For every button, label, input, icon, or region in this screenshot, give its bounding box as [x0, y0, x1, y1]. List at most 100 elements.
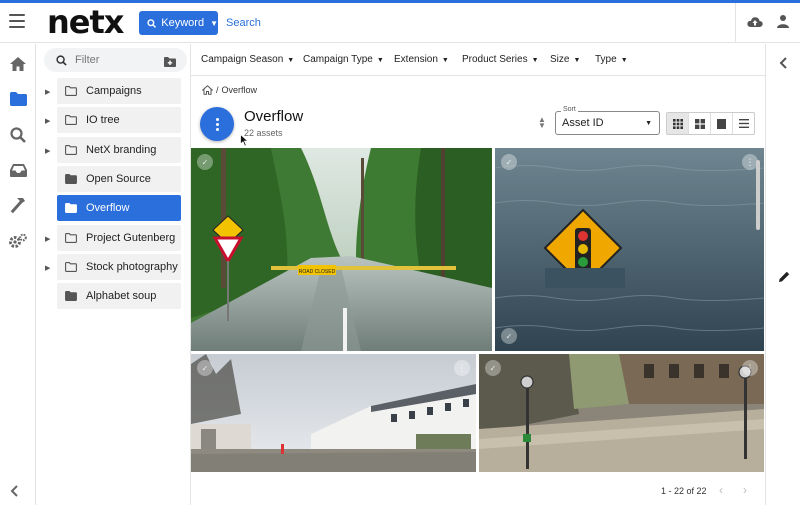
caret-down-icon: ▼ [287, 57, 295, 64]
folder-icon [65, 291, 77, 301]
filter-placeholder: Filter [75, 54, 100, 66]
filter-size[interactable]: Size ▼ [550, 54, 580, 65]
folder-item[interactable]: Campaigns [57, 78, 181, 104]
next-page-chevron-right-icon[interactable]: › [743, 483, 747, 497]
asset-thumbnail-submerged-signal[interactable]: ✓ ⋮ ✓ [495, 148, 764, 351]
folder-icon [65, 145, 77, 155]
folder-icon [65, 115, 77, 125]
prev-page-chevron-left-icon[interactable]: ‹ [719, 483, 723, 497]
search-icon [147, 18, 157, 28]
filter-label: Size [550, 54, 570, 65]
svg-text:ROAD CLOSED: ROAD CLOSED [299, 269, 336, 275]
folder-icon [65, 203, 77, 213]
single-view-button[interactable] [711, 113, 733, 134]
search-icon [56, 54, 67, 66]
folder-item[interactable]: IO tree [57, 107, 181, 133]
sort-value: Asset ID [562, 117, 604, 129]
hammer-icon[interactable] [8, 195, 28, 215]
caret-down-icon: ▼ [645, 120, 652, 127]
asset-select-checkbox[interactable]: ✓ [197, 154, 213, 170]
grid-small-view-button[interactable] [667, 113, 689, 134]
folder-expand-caret-icon[interactable]: ▶ [45, 235, 50, 243]
filter-campaign-season[interactable]: Campaign Season ▼ [201, 54, 294, 65]
folder-item[interactable]: Open Source [57, 166, 181, 192]
breadcrumb: / Overflow [202, 85, 257, 95]
folder-icon [65, 86, 77, 96]
asset-quick-action-icon[interactable]: ✓ [501, 328, 517, 344]
new-folder-icon[interactable] [164, 54, 176, 72]
asset-more-options-icon[interactable]: ⋮ [742, 360, 758, 376]
asset-thumbnail-flooded-street[interactable]: ✓ ⋮ [191, 354, 476, 472]
folder-expand-caret-icon[interactable]: ▶ [45, 117, 50, 125]
breadcrumb-separator: / [216, 85, 219, 95]
list-icon [738, 119, 749, 128]
asset-thumbnail-flooded-road[interactable]: ROAD CLOSED ✓ [191, 148, 492, 351]
home-icon[interactable] [8, 54, 28, 74]
folder-expand-caret-icon[interactable]: ▶ [45, 264, 50, 272]
grid-large-view-button[interactable] [689, 113, 711, 134]
caret-down-icon: ▼ [573, 57, 581, 64]
caret-down-icon: ▼ [531, 57, 539, 64]
folder-icon[interactable] [8, 89, 28, 109]
caret-down-icon: ▼ [376, 57, 384, 64]
filter-product-series[interactable]: Product Series ▼ [462, 54, 539, 65]
folder-item-label: IO tree [86, 114, 120, 126]
grid-small-icon [672, 118, 683, 129]
list-view-button[interactable] [733, 113, 754, 134]
filter-extension[interactable]: Extension ▼ [394, 54, 449, 65]
gear-icon[interactable] [8, 231, 28, 251]
collapse-nav-chevron-left-icon[interactable] [10, 484, 18, 500]
asset-more-options-icon[interactable]: ⋮ [454, 360, 470, 376]
folder-item-label: Stock photography [86, 261, 178, 273]
results-scrollbar[interactable] [756, 160, 760, 230]
folder-item[interactable]: Overflow [57, 195, 181, 221]
upload-cloud-icon[interactable] [747, 15, 763, 31]
asset-thumbnail-river-flood[interactable]: ✓ ⋮ [479, 354, 764, 472]
folder-expand-caret-icon[interactable]: ▶ [45, 88, 50, 96]
left-nav-rail [0, 44, 36, 505]
page-title: Overflow [244, 108, 304, 125]
filter-type[interactable]: Type ▼ [595, 54, 628, 65]
keyword-label: Keyword [161, 17, 205, 29]
folder-item[interactable]: NetX branding [57, 137, 181, 163]
filter-label: Campaign Type [303, 54, 373, 65]
asset-select-checkbox[interactable]: ✓ [485, 360, 501, 376]
pagination-status: 1 - 22 of 22 [661, 486, 707, 496]
asset-select-checkbox[interactable]: ✓ [197, 360, 213, 376]
keyword-search-type-button[interactable]: Keyword ▼ [139, 11, 218, 35]
search-input[interactable]: Search [226, 17, 261, 29]
view-mode-toggle [666, 112, 755, 135]
app-header: netx Keyword ▼ Search [0, 3, 800, 43]
filter-label: Extension [394, 54, 438, 65]
header-divider [735, 3, 736, 43]
breadcrumb-current: Overflow [221, 85, 258, 95]
folder-icon [65, 233, 77, 243]
inbox-icon[interactable] [8, 160, 28, 180]
folder-item[interactable]: Alphabet soup [57, 283, 181, 309]
pencil-icon[interactable] [779, 269, 790, 287]
asset-select-checkbox[interactable]: ✓ [501, 154, 517, 170]
caret-down-icon: ▼ [441, 57, 449, 64]
grid-large-icon [694, 118, 705, 129]
folder-item[interactable]: Stock photography [57, 254, 181, 280]
folder-item-label: Campaigns [86, 85, 142, 97]
right-detail-rail [765, 44, 800, 505]
filter-label: Type [595, 54, 617, 65]
sort-direction-toggle[interactable]: ▲ ▼ [538, 116, 546, 130]
hamburger-icon[interactable] [9, 14, 25, 28]
folder-item-label: Project Gutenberg [86, 232, 176, 244]
filter-campaign-type[interactable]: Campaign Type ▼ [303, 54, 384, 65]
folder-item[interactable]: Project Gutenberg [57, 225, 181, 251]
sort-select[interactable]: Asset ID ▼ [555, 111, 660, 135]
folder-icon [65, 174, 77, 184]
caret-down-icon: ▼ [620, 57, 628, 64]
folder-expand-caret-icon[interactable]: ▶ [45, 147, 50, 155]
search-icon[interactable] [8, 125, 28, 145]
netx-logo[interactable]: netx [47, 3, 124, 41]
folder-item-label: Open Source [86, 173, 151, 185]
user-icon[interactable] [777, 14, 789, 31]
home-icon[interactable] [202, 85, 213, 95]
folder-actions-more-button[interactable] [200, 107, 234, 141]
folder-item-label: Overflow [86, 202, 130, 214]
expand-panel-chevron-left-icon[interactable] [779, 56, 787, 74]
